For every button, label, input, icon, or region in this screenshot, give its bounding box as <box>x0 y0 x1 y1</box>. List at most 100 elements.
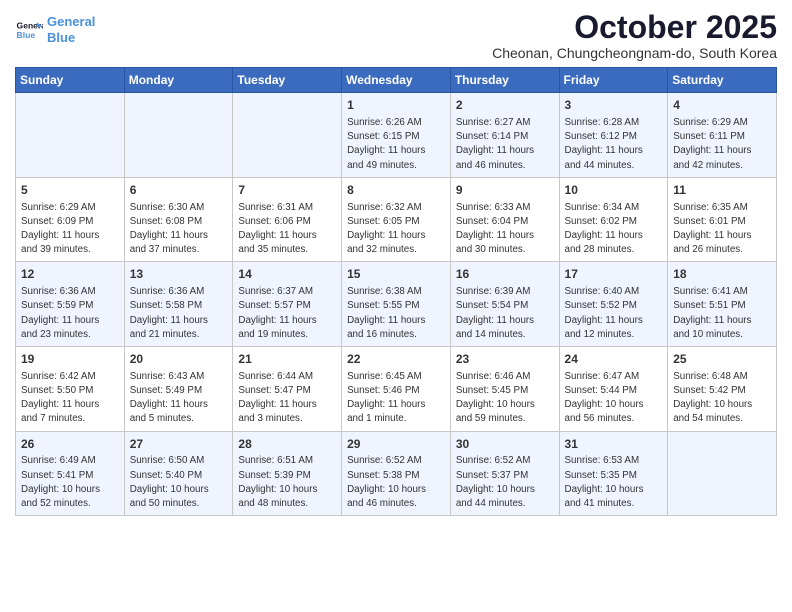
day-number: 24 <box>565 351 663 368</box>
calendar-cell: 16Sunrise: 6:39 AM Sunset: 5:54 PM Dayli… <box>450 262 559 347</box>
calendar-cell: 18 Sunrise: 6:41 AM Sunset: 5:51 PM Dayli… <box>668 262 777 347</box>
day-number: 21 <box>238 351 336 368</box>
day-number: 12 <box>21 266 119 283</box>
weekday-header-row: SundayMondayTuesdayWednesdayThursdayFrid… <box>16 68 777 93</box>
calendar-cell: 3 Sunrise: 6:28 AM Sunset: 6:12 PM Daylig… <box>559 93 668 178</box>
day-info: Sunrise: 6:49 AM Sunset: 5:41 PM Dayligh… <box>21 454 119 511</box>
calendar-cell: 19Sunrise: 6:42 AM Sunset: 5:50 PM Dayli… <box>16 347 125 432</box>
calendar-cell: 22 Sunrise: 6:45 AM Sunset: 5:46 PM Dayli… <box>342 347 451 432</box>
calendar-cell <box>124 93 233 178</box>
day-number: 26 <box>21 436 119 453</box>
title-block: October 2025 Cheonan, Chungcheongnam-do,… <box>492 10 777 61</box>
weekday-header: Monday <box>124 68 233 93</box>
day-info: Sunrise: 6:48 AM Sunset: 5:42 PM Dayligh… <box>673 370 771 427</box>
calendar-cell: 20Sunrise: 6:43 AM Sunset: 5:49 PM Dayli… <box>124 347 233 432</box>
calendar-cell: 17 Sunrise: 6:40 AM Sunset: 5:52 PM Dayli… <box>559 262 668 347</box>
day-number: 22 <box>347 351 445 368</box>
calendar-cell: 9 Sunrise: 6:33 AM Sunset: 6:04 PM Daylig… <box>450 177 559 262</box>
logo: General Blue GeneralBlue <box>15 14 95 45</box>
weekday-header: Tuesday <box>233 68 342 93</box>
day-number: 18 <box>673 266 771 283</box>
calendar-cell: 26Sunrise: 6:49 AM Sunset: 5:41 PM Dayli… <box>16 431 125 516</box>
day-info: Sunrise: 6:28 AM Sunset: 6:12 PM Dayligh… <box>565 116 663 173</box>
day-info: Sunrise: 6:27 AM Sunset: 6:14 PM Dayligh… <box>456 116 554 173</box>
calendar-cell: 4 Sunrise: 6:29 AM Sunset: 6:11 PM Daylig… <box>668 93 777 178</box>
day-info: Sunrise: 6:52 AM Sunset: 5:37 PM Dayligh… <box>456 454 554 511</box>
calendar-week-row: 12 Sunrise: 6:36 AM Sunset: 5:59 PM Dayli… <box>16 262 777 347</box>
day-number: 4 <box>673 97 771 114</box>
calendar-cell: 30Sunrise: 6:52 AM Sunset: 5:37 PM Dayli… <box>450 431 559 516</box>
day-info: Sunrise: 6:51 AM Sunset: 5:39 PM Dayligh… <box>238 454 336 511</box>
day-info: Sunrise: 6:26 AM Sunset: 6:15 PM Dayligh… <box>347 116 445 173</box>
logo-icon: General Blue <box>15 16 43 44</box>
calendar-cell: 2Sunrise: 6:27 AM Sunset: 6:14 PM Daylig… <box>450 93 559 178</box>
weekday-header: Saturday <box>668 68 777 93</box>
day-info: Sunrise: 6:29 AM Sunset: 6:09 PM Dayligh… <box>21 201 119 258</box>
day-info: Sunrise: 6:35 AM Sunset: 6:01 PM Dayligh… <box>673 201 771 258</box>
day-number: 11 <box>673 182 771 199</box>
day-info: Sunrise: 6:53 AM Sunset: 5:35 PM Dayligh… <box>565 454 663 511</box>
day-number: 29 <box>347 436 445 453</box>
day-number: 17 <box>565 266 663 283</box>
calendar-cell <box>16 93 125 178</box>
page-header: General Blue GeneralBlue October 2025 Ch… <box>15 10 777 61</box>
calendar-cell: 29Sunrise: 6:52 AM Sunset: 5:38 PM Dayli… <box>342 431 451 516</box>
day-info: Sunrise: 6:45 AM Sunset: 5:46 PM Dayligh… <box>347 370 445 427</box>
day-number: 16 <box>456 266 554 283</box>
calendar-cell: 8Sunrise: 6:32 AM Sunset: 6:05 PM Daylig… <box>342 177 451 262</box>
day-number: 27 <box>130 436 228 453</box>
day-info: Sunrise: 6:33 AM Sunset: 6:04 PM Dayligh… <box>456 201 554 258</box>
calendar-cell: 7Sunrise: 6:31 AM Sunset: 6:06 PM Daylig… <box>233 177 342 262</box>
calendar-week-row: 26Sunrise: 6:49 AM Sunset: 5:41 PM Dayli… <box>16 431 777 516</box>
day-number: 9 <box>456 182 554 199</box>
calendar-cell: 31Sunrise: 6:53 AM Sunset: 5:35 PM Dayli… <box>559 431 668 516</box>
day-info: Sunrise: 6:36 AM Sunset: 5:59 PM Dayligh… <box>21 285 119 342</box>
day-number: 23 <box>456 351 554 368</box>
weekday-header: Friday <box>559 68 668 93</box>
day-info: Sunrise: 6:38 AM Sunset: 5:55 PM Dayligh… <box>347 285 445 342</box>
day-number: 6 <box>130 182 228 199</box>
day-number: 30 <box>456 436 554 453</box>
calendar-cell: 12 Sunrise: 6:36 AM Sunset: 5:59 PM Dayli… <box>16 262 125 347</box>
day-info: Sunrise: 6:30 AM Sunset: 6:08 PM Dayligh… <box>130 201 228 258</box>
calendar-cell <box>233 93 342 178</box>
day-number: 14 <box>238 266 336 283</box>
day-info: Sunrise: 6:32 AM Sunset: 6:05 PM Dayligh… <box>347 201 445 258</box>
day-number: 10 <box>565 182 663 199</box>
day-number: 28 <box>238 436 336 453</box>
calendar-cell: 13 Sunrise: 6:36 AM Sunset: 5:58 PM Dayli… <box>124 262 233 347</box>
day-number: 13 <box>130 266 228 283</box>
day-info: Sunrise: 6:31 AM Sunset: 6:06 PM Dayligh… <box>238 201 336 258</box>
calendar-table: SundayMondayTuesdayWednesdayThursdayFrid… <box>15 67 777 516</box>
calendar-cell: 14 Sunrise: 6:37 AM Sunset: 5:57 PM Dayli… <box>233 262 342 347</box>
calendar-cell: 15 Sunrise: 6:38 AM Sunset: 5:55 PM Dayli… <box>342 262 451 347</box>
day-info: Sunrise: 6:37 AM Sunset: 5:57 PM Dayligh… <box>238 285 336 342</box>
day-info: Sunrise: 6:46 AM Sunset: 5:45 PM Dayligh… <box>456 370 554 427</box>
calendar-cell: 28Sunrise: 6:51 AM Sunset: 5:39 PM Dayli… <box>233 431 342 516</box>
day-number: 5 <box>21 182 119 199</box>
day-number: 19 <box>21 351 119 368</box>
day-info: Sunrise: 6:36 AM Sunset: 5:58 PM Dayligh… <box>130 285 228 342</box>
weekday-header: Sunday <box>16 68 125 93</box>
svg-text:Blue: Blue <box>17 29 36 39</box>
day-info: Sunrise: 6:40 AM Sunset: 5:52 PM Dayligh… <box>565 285 663 342</box>
day-number: 3 <box>565 97 663 114</box>
day-number: 31 <box>565 436 663 453</box>
calendar-week-row: 19Sunrise: 6:42 AM Sunset: 5:50 PM Dayli… <box>16 347 777 432</box>
day-number: 20 <box>130 351 228 368</box>
calendar-cell: 6 Sunrise: 6:30 AM Sunset: 6:08 PM Daylig… <box>124 177 233 262</box>
day-info: Sunrise: 6:41 AM Sunset: 5:51 PM Dayligh… <box>673 285 771 342</box>
day-info: Sunrise: 6:34 AM Sunset: 6:02 PM Dayligh… <box>565 201 663 258</box>
location-subtitle: Cheonan, Chungcheongnam-do, South Korea <box>492 45 777 61</box>
logo-text: GeneralBlue <box>47 14 95 45</box>
day-number: 1 <box>347 97 445 114</box>
calendar-cell: 11 Sunrise: 6:35 AM Sunset: 6:01 PM Dayli… <box>668 177 777 262</box>
day-info: Sunrise: 6:44 AM Sunset: 5:47 PM Dayligh… <box>238 370 336 427</box>
day-number: 25 <box>673 351 771 368</box>
calendar-cell: 1 Sunrise: 6:26 AM Sunset: 6:15 PM Daylig… <box>342 93 451 178</box>
calendar-week-row: 1 Sunrise: 6:26 AM Sunset: 6:15 PM Daylig… <box>16 93 777 178</box>
day-info: Sunrise: 6:29 AM Sunset: 6:11 PM Dayligh… <box>673 116 771 173</box>
day-number: 15 <box>347 266 445 283</box>
day-info: Sunrise: 6:52 AM Sunset: 5:38 PM Dayligh… <box>347 454 445 511</box>
weekday-header: Thursday <box>450 68 559 93</box>
